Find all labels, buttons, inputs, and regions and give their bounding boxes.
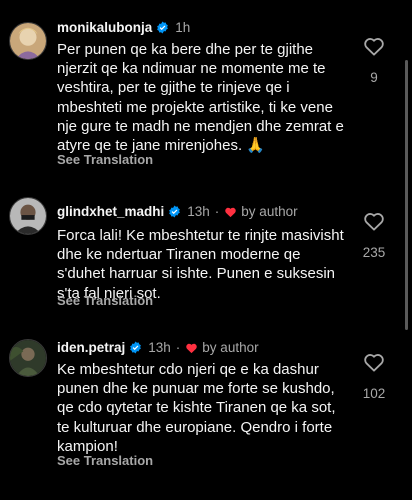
heart-outline-icon[interactable] xyxy=(363,211,385,231)
avatar-image xyxy=(10,198,46,234)
comment-text: Per punen qe ka bere dhe per te gjithe n… xyxy=(57,41,344,155)
verified-badge-icon xyxy=(129,341,142,354)
comment-text: Ke mbeshtetur cdo njeri qe e ka dashur p… xyxy=(57,361,336,455)
comment-time: 13h xyxy=(187,204,210,219)
comment-time: 13h xyxy=(148,340,171,355)
like-group: 9 xyxy=(354,36,394,85)
like-group: 102 xyxy=(354,352,394,401)
like-count: 235 xyxy=(362,245,386,260)
separator-dot: · xyxy=(175,340,181,355)
username[interactable]: glindxhet_madhi xyxy=(57,204,164,219)
like-group: 235 xyxy=(354,211,394,260)
liked-by-author: by author xyxy=(224,204,298,219)
separator-dot: · xyxy=(214,204,220,219)
heart-outline-icon[interactable] xyxy=(363,36,385,56)
scrollbar[interactable] xyxy=(405,60,408,330)
by-author-label: by author xyxy=(241,204,298,219)
comment-header: monikalubonja 1h xyxy=(57,20,190,35)
heart-outline-icon[interactable] xyxy=(363,352,385,372)
avatar[interactable] xyxy=(9,22,47,60)
comment-header: glindxhet_madhi 13h · by author xyxy=(57,204,298,219)
username[interactable]: monikalubonja xyxy=(57,20,152,35)
verified-badge-icon xyxy=(168,205,181,218)
avatar[interactable] xyxy=(9,197,47,235)
comment-header: iden.petraj 13h · by author xyxy=(57,340,259,355)
liked-by-author: by author xyxy=(185,340,259,355)
see-translation-link[interactable]: See Translation xyxy=(57,293,153,308)
see-translation-link[interactable]: See Translation xyxy=(57,152,153,167)
by-author-label: by author xyxy=(202,340,259,355)
comment-text: Forca lali! Ke mbeshtetur te rinjte masi… xyxy=(57,227,344,302)
avatar-image xyxy=(10,340,46,376)
like-count: 102 xyxy=(362,386,386,401)
avatar[interactable] xyxy=(9,339,47,377)
comment-time: 1h xyxy=(175,20,191,35)
heart-filled-icon xyxy=(225,207,237,217)
like-count: 9 xyxy=(370,70,378,85)
verified-badge-icon xyxy=(156,21,169,34)
see-translation-link[interactable]: See Translation xyxy=(57,453,153,468)
heart-filled-icon xyxy=(186,343,198,353)
username[interactable]: iden.petraj xyxy=(57,340,125,355)
avatar-image xyxy=(10,23,46,59)
